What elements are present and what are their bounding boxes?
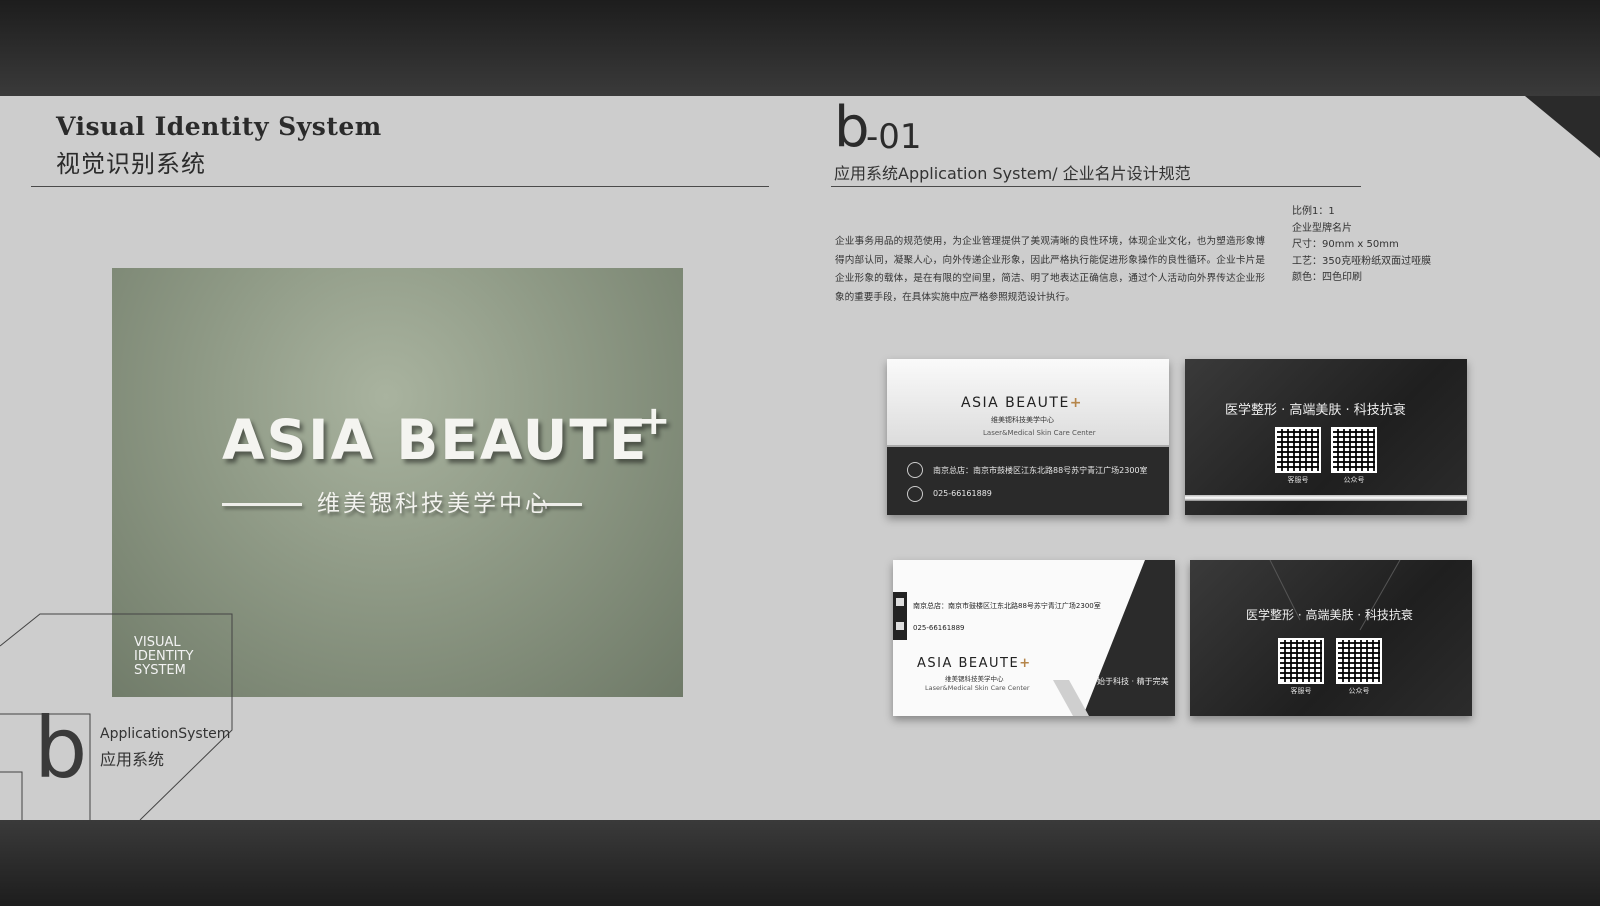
card3-diagonal-shape bbox=[1053, 560, 1175, 716]
sign-line-left bbox=[222, 503, 302, 506]
card2-qr2-label: 公众号 bbox=[1343, 476, 1365, 484]
card1-divider bbox=[887, 445, 1169, 447]
right-header-rule bbox=[831, 186, 1361, 187]
location-icon bbox=[907, 462, 923, 478]
business-card-front-light: ASIA BEAUTE+ 维美锶科技美学中心 Laser&Medical Ski… bbox=[887, 359, 1169, 515]
spec-craft: 工艺：350克哑粉纸双面过哑膜 bbox=[1292, 255, 1432, 267]
card1-brand-en: Laser&Medical Skin Care Center bbox=[983, 429, 1096, 437]
card4-qr-code-public bbox=[1336, 638, 1382, 684]
card3-plus-icon: + bbox=[1019, 656, 1032, 671]
spec-list: 比例1：1 企业型牌名片 尺寸：90mm x 50mm 工艺：350克哑粉纸双面… bbox=[1292, 204, 1431, 287]
card4-diagonal-lines bbox=[1269, 560, 1401, 631]
section-letter: b bbox=[34, 699, 88, 797]
section-code-letter: b bbox=[834, 95, 870, 160]
card3-slogan: 始于科技 · 精于完美 bbox=[1097, 677, 1169, 686]
left-header-rule bbox=[31, 186, 769, 187]
title-cn: 视觉识别系统 bbox=[56, 150, 206, 178]
qr-code-service bbox=[1275, 427, 1321, 473]
card2-silver-stripe bbox=[1185, 495, 1467, 501]
sign-subtitle: 维美锶科技美学中心 bbox=[317, 491, 551, 517]
spec-ratio: 比例1：1 bbox=[1292, 206, 1335, 217]
card2-tagline: 医学整形 · 高端美肤 · 科技抗衰 bbox=[1225, 403, 1406, 418]
card1-brand: ASIA BEAUTE+ bbox=[961, 395, 1084, 411]
description-text: 企业事务用品的规范使用，为企业管理提供了美观清晰的良性环境，体现企业文化，也为塑… bbox=[835, 236, 1265, 303]
card4-qr-code-service bbox=[1278, 638, 1324, 684]
sign-plus-icon: + bbox=[636, 398, 673, 444]
card4-qr1-label: 客服号 bbox=[1290, 687, 1312, 695]
card2-qr1-label: 客服号 bbox=[1287, 476, 1309, 484]
card4-tagline: 医学整形 · 高端美肤 · 科技抗衰 bbox=[1246, 608, 1413, 622]
card3-brand: ASIA BEAUTE+ bbox=[917, 656, 1032, 671]
page-subtitle: 应用系统Application System/ 企业名片设计规范 bbox=[834, 164, 1191, 183]
spec-size: 尺寸：90mm x 50mm bbox=[1292, 239, 1399, 250]
bottom-band bbox=[0, 820, 1600, 906]
section-label-cn: 应用系统 bbox=[100, 750, 165, 769]
card3-brand-cn: 维美锶科技美学中心 bbox=[945, 675, 1004, 683]
spec-type: 企业型牌名片 bbox=[1292, 222, 1352, 234]
card4-qr2-label: 公众号 bbox=[1348, 687, 1370, 695]
business-card-back-dark-2: 医学整形 · 高端美肤 · 科技抗衰 客服号 公众号 bbox=[1190, 560, 1472, 716]
card1-phone: 025-66161889 bbox=[933, 489, 992, 498]
spec-color: 颜色：四色印刷 bbox=[1292, 272, 1362, 283]
card1-plus-icon: + bbox=[1069, 395, 1084, 411]
section-label-en: ApplicationSystem bbox=[100, 726, 231, 742]
card3-brand-en: Laser&Medical Skin Care Center bbox=[925, 684, 1030, 692]
card1-address: 南京总店：南京市鼓楼区江东北路88号苏宁青江广场2300室 bbox=[933, 466, 1148, 475]
card1-brand-cn: 维美锶科技美学中心 bbox=[991, 416, 1054, 424]
business-card-back-dark: 医学整形 · 高端美肤 · 科技抗衰 客服号 公众号 bbox=[1185, 359, 1467, 515]
title-en: Visual Identity System bbox=[56, 112, 382, 141]
top-band bbox=[0, 0, 1600, 96]
section-code-number: -01 bbox=[866, 117, 922, 157]
phone-icon bbox=[907, 486, 923, 502]
business-card-front-diagonal: 南京总店：南京市鼓楼区江东北路88号苏宁青江广场2300室 025-661618… bbox=[893, 560, 1175, 716]
sign-line-right bbox=[532, 503, 582, 506]
qr-code-public bbox=[1331, 427, 1377, 473]
sign-brand: ASIA BEAUTE + bbox=[222, 398, 673, 472]
